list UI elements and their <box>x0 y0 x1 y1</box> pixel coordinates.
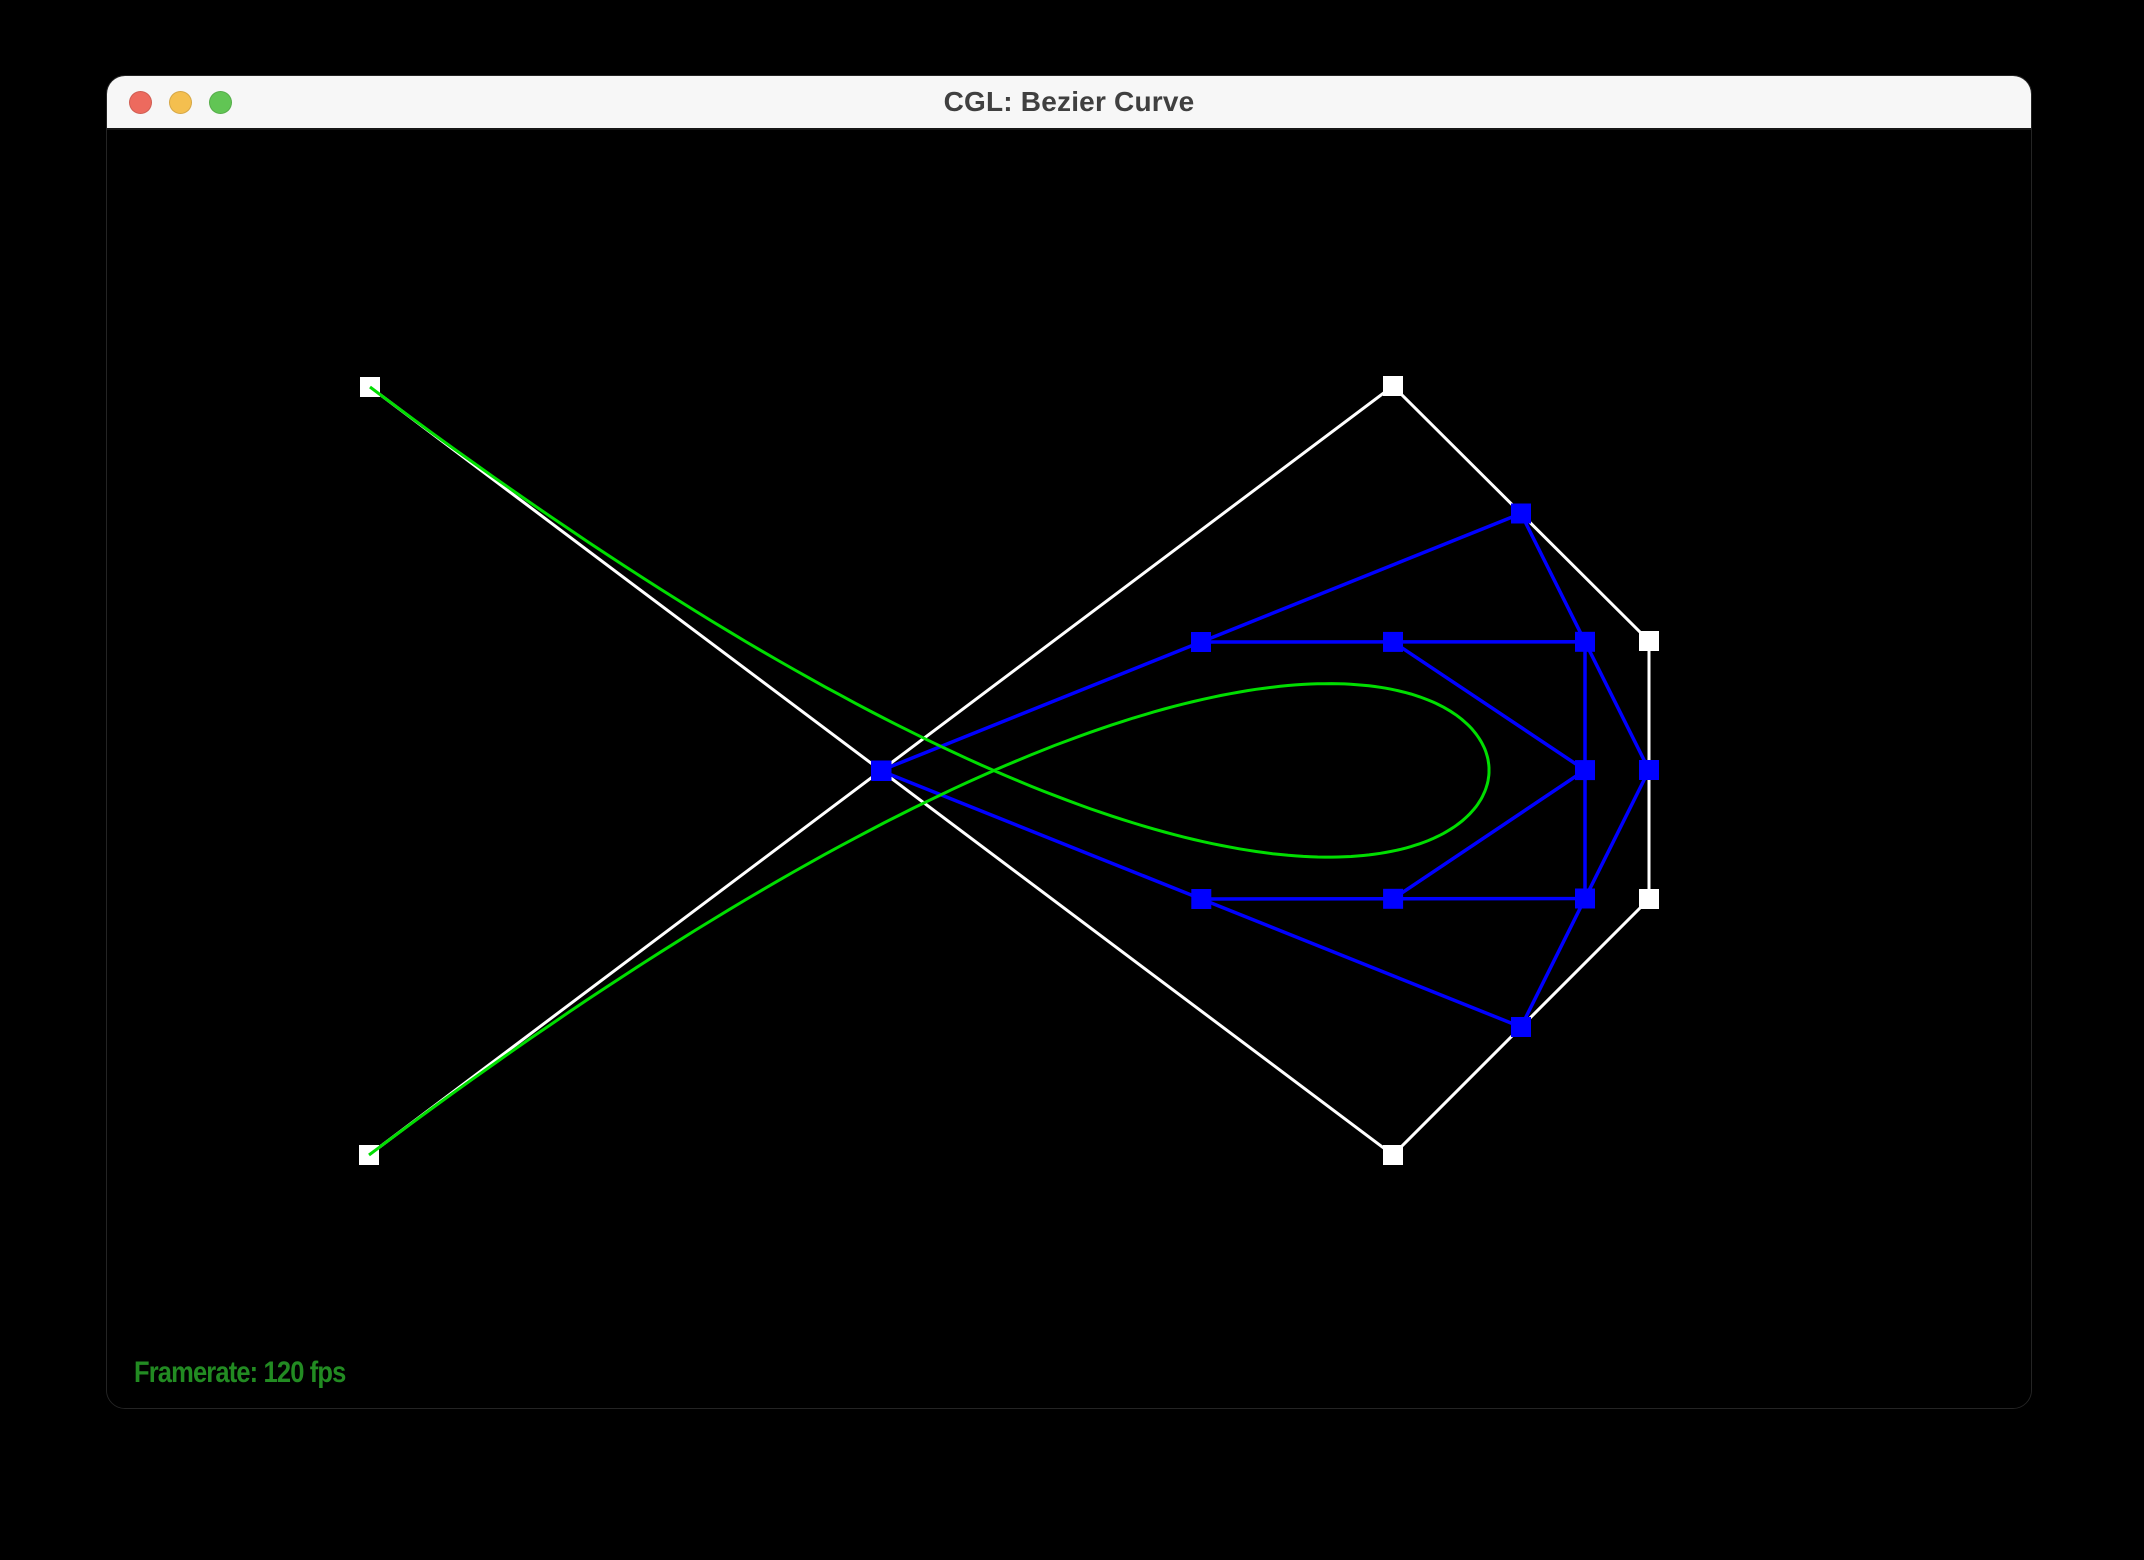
control-point-handle[interactable] <box>1639 631 1659 651</box>
decasteljau-point <box>871 761 891 781</box>
decasteljau-polyline-level-2 <box>1201 642 1585 899</box>
decasteljau-point <box>1191 889 1211 909</box>
decasteljau-point <box>1575 889 1595 909</box>
title-bar[interactable]: CGL: Bezier Curve <box>107 76 2031 130</box>
decasteljau-point <box>1383 889 1403 909</box>
framerate-text: Framerate: 120 fps <box>134 1356 345 1390</box>
app-window: CGL: Bezier Curve Framerate: 120 fps <box>106 75 2032 1409</box>
control-polygon <box>369 386 1649 1155</box>
decasteljau-point <box>1191 632 1211 652</box>
bezier-curve <box>369 387 1489 1155</box>
canvas-area: Framerate: 120 fps <box>107 130 2031 1408</box>
decasteljau-point <box>1575 632 1595 652</box>
decasteljau-point <box>1575 760 1595 780</box>
bezier-scene-canvas[interactable] <box>107 130 2031 1408</box>
window-title: CGL: Bezier Curve <box>107 76 2031 128</box>
control-point-handle[interactable] <box>1639 889 1659 909</box>
control-point-handle[interactable] <box>1383 376 1403 396</box>
decasteljau-point <box>1511 504 1531 524</box>
decasteljau-point <box>1639 760 1659 780</box>
decasteljau-point <box>1511 1017 1531 1037</box>
decasteljau-point <box>1383 632 1403 652</box>
control-point-handle[interactable] <box>1383 1145 1403 1165</box>
